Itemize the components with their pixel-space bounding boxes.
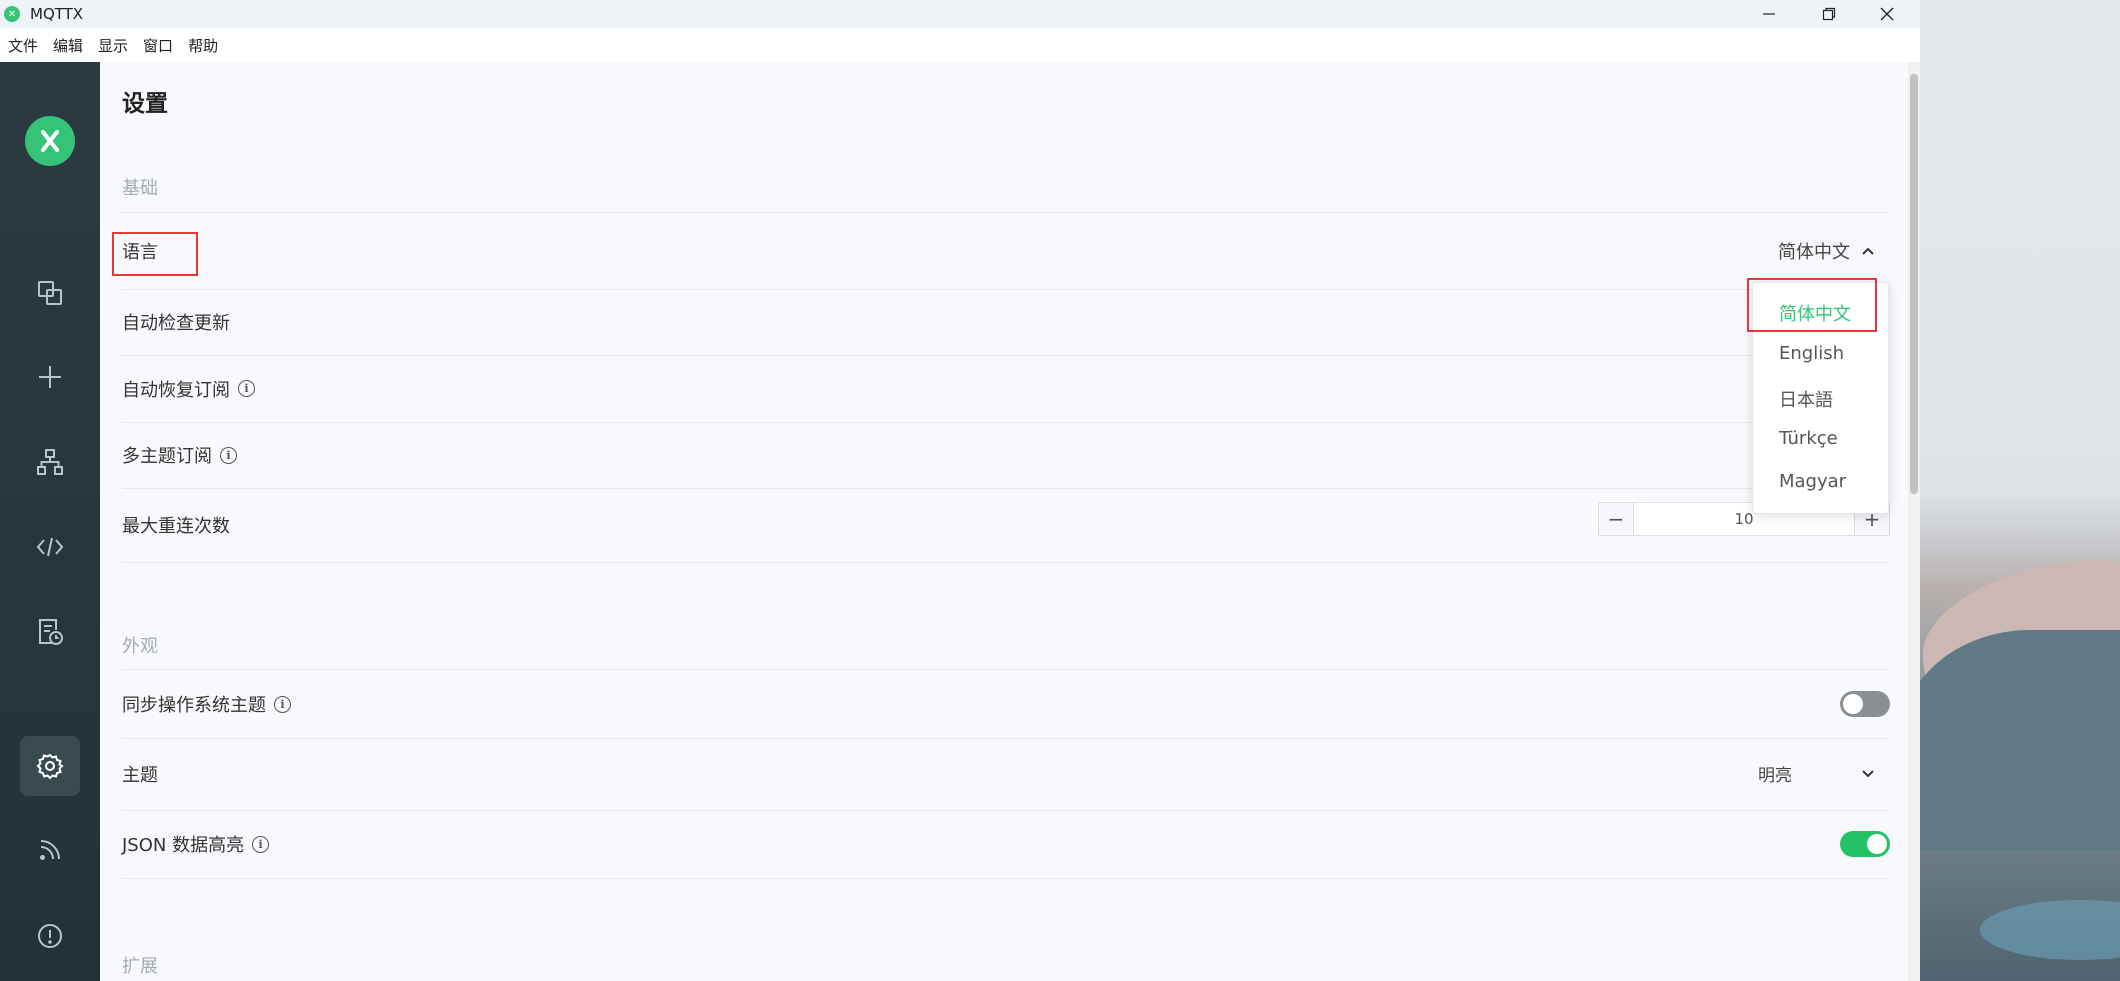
title-bar[interactable]: ✕ MQTTX [0, 0, 1920, 28]
info-icon[interactable]: i [252, 835, 270, 853]
page-title: 设置 [122, 91, 168, 117]
json-highlight-toggle[interactable] [1840, 831, 1890, 857]
desktop-wallpaper [1920, 0, 2120, 981]
theme-select[interactable]: 明亮 [1758, 737, 1792, 810]
sync-os-theme-label: 同步操作系统主题 [122, 695, 266, 716]
menu-window[interactable]: 窗口 [143, 35, 173, 56]
auto-resubscribe-label: 自动恢复订阅 [122, 379, 230, 401]
language-row: 语言 简体中文 [122, 212, 1890, 290]
close-button[interactable] [1858, 0, 1916, 28]
language-option-ja[interactable]: 日本語 [1779, 386, 1833, 412]
theme-label: 主题 [122, 764, 158, 786]
selected-option-highlight [1747, 278, 1877, 332]
settings-panel: 设置 基础 语言 简体中文 自动检查更新 自动恢复订阅 i 多主题订阅 i 最大… [100, 62, 1908, 981]
info-icon[interactable]: i [220, 446, 237, 464]
max-reconnect-row: 最大重连次数 − 10 + [122, 488, 1890, 563]
scrollbar[interactable] [1908, 62, 1920, 981]
menu-view[interactable]: 显示 [98, 35, 128, 56]
info-icon[interactable]: i [238, 380, 255, 397]
about-info-icon[interactable] [20, 906, 80, 966]
chevron-up-icon[interactable] [1860, 243, 1876, 259]
code-icon[interactable] [20, 517, 80, 577]
section-basic-title: 基础 [122, 178, 158, 199]
menu-bar: 文件 编辑 显示 窗口 帮助 [0, 28, 1920, 62]
language-select-value: 简体中文 [1778, 242, 1850, 263]
info-icon[interactable]: i [274, 695, 291, 713]
menu-help[interactable]: 帮助 [188, 35, 218, 56]
menu-edit[interactable]: 编辑 [53, 35, 83, 56]
section-appearance-title: 外观 [122, 636, 158, 657]
language-label-highlight [112, 232, 198, 276]
theme-row: 主题 明亮 [122, 737, 1890, 811]
json-highlight-label: JSON 数据高亮 [122, 835, 245, 856]
json-highlight-row: JSON 数据高亮 i [122, 810, 1890, 879]
multi-topic-label: 多主题订阅 [122, 446, 212, 467]
decrement-button[interactable]: − [1599, 503, 1634, 535]
app-logo-icon: ✕ [4, 6, 20, 22]
minimize-button[interactable] [1740, 0, 1798, 28]
log-icon[interactable] [20, 602, 80, 662]
menu-file[interactable]: 文件 [8, 35, 38, 56]
multi-topic-row: 多主题订阅 i [122, 422, 1890, 489]
max-reconnect-label: 最大重连次数 [122, 516, 230, 537]
scrollbar-thumb[interactable] [1910, 74, 1918, 494]
section-extension-title: 扩展 [122, 956, 158, 977]
language-option-hu[interactable]: Magyar [1779, 471, 1846, 492]
auto-update-label: 自动检查更新 [122, 312, 230, 334]
sidebar [0, 62, 100, 981]
window-title: MQTTX [30, 5, 84, 23]
auto-resubscribe-row: 自动恢复订阅 i [122, 355, 1890, 423]
sync-os-theme-toggle[interactable] [1840, 691, 1890, 717]
mqttx-logo-icon [25, 116, 75, 166]
app-window: ✕ MQTTX 文件 编辑 显示 窗口 帮助 设置 基础 语言 简体中文 自动检… [0, 0, 1920, 981]
language-option-tr[interactable]: Türkçe [1779, 428, 1838, 449]
chevron-down-icon[interactable] [1860, 766, 1876, 782]
theme-select-value: 明亮 [1758, 766, 1792, 786]
rss-icon[interactable] [20, 820, 80, 880]
gear-icon[interactable] [20, 736, 80, 796]
network-icon[interactable] [20, 432, 80, 492]
language-option-en[interactable]: English [1779, 343, 1844, 364]
restore-button[interactable] [1800, 0, 1858, 28]
connections-icon[interactable] [20, 263, 80, 323]
plus-icon[interactable] [20, 347, 80, 407]
sync-os-theme-row: 同步操作系统主题 i [122, 669, 1890, 739]
auto-update-row: 自动检查更新 [122, 288, 1890, 356]
